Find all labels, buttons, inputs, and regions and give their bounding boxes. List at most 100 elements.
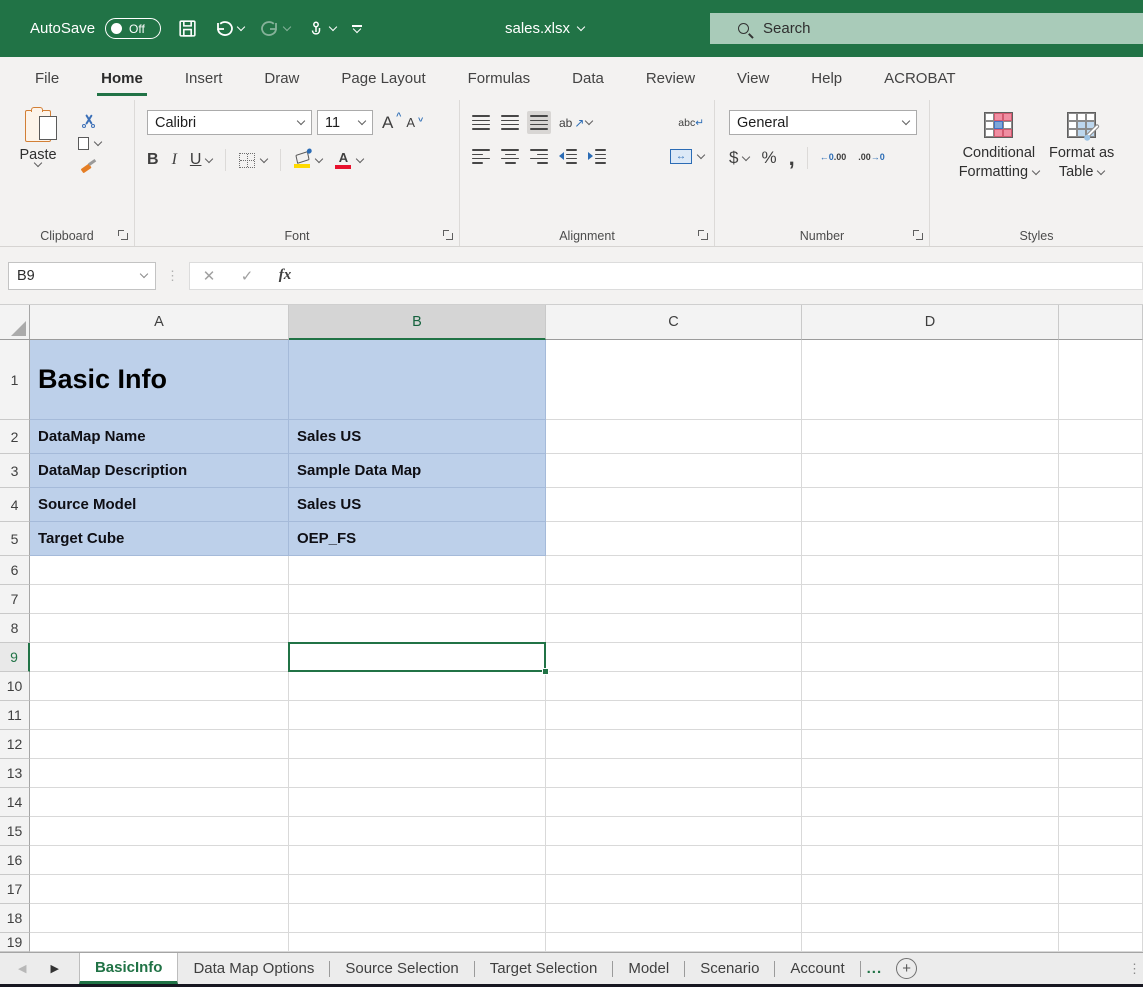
cell-D15[interactable] [802,817,1059,846]
cell-A16[interactable] [30,846,289,875]
fill-color-button[interactable] [294,153,322,168]
cell-A4[interactable]: Source Model [30,488,289,522]
borders-dropdown-icon[interactable] [260,154,268,162]
cell-E19[interactable] [1059,933,1143,952]
cell-E11[interactable] [1059,701,1143,730]
more-sheets-indicator[interactable]: ... [861,953,889,984]
row-header-18[interactable]: 18 [0,904,30,933]
column-header-B[interactable]: B [289,305,546,340]
format-as-table-button[interactable]: Format as Table [1049,112,1114,246]
autosave-toggle[interactable]: Off [105,18,161,39]
fill-handle[interactable] [542,668,549,675]
top-align-button[interactable] [472,115,490,130]
sheet-tab-basicinfo[interactable]: BasicInfo [79,953,179,984]
font-size-select[interactable]: 11 [317,110,373,135]
column-header-D[interactable]: D [802,305,1059,340]
clipboard-dialog-launcher-icon[interactable] [118,230,128,240]
row-header-4[interactable]: 4 [0,488,30,522]
cell-B17[interactable] [289,875,546,904]
cell-C9[interactable] [546,643,802,672]
cell-B3[interactable]: Sample Data Map [289,454,546,488]
cell-A2[interactable]: DataMap Name [30,420,289,454]
cell-A1[interactable]: Basic Info [30,340,289,420]
row-header-13[interactable]: 13 [0,759,30,788]
row-header-11[interactable]: 11 [0,701,30,730]
cell-D8[interactable] [802,614,1059,643]
align-left-button[interactable] [472,149,490,164]
cell-E16[interactable] [1059,846,1143,875]
cell-A15[interactable] [30,817,289,846]
font-dialog-launcher-icon[interactable] [443,230,453,240]
ribbon-tab-home[interactable]: Home [89,57,155,100]
row-header-5[interactable]: 5 [0,522,30,556]
cell-C10[interactable] [546,672,802,701]
cell-E9[interactable] [1059,643,1143,672]
column-header-A[interactable]: A [30,305,289,340]
scroll-sheets-right-icon[interactable]: ▶ [50,962,58,975]
cell-E3[interactable] [1059,454,1143,488]
number-format-select[interactable]: General [729,110,917,135]
cell-E10[interactable] [1059,672,1143,701]
accounting-dropdown-icon[interactable] [742,152,750,160]
borders-button[interactable] [239,153,267,168]
row-header-16[interactable]: 16 [0,846,30,875]
ribbon-tab-acrobat[interactable]: ACROBAT [872,57,967,100]
cell-D10[interactable] [802,672,1059,701]
cell-C15[interactable] [546,817,802,846]
ribbon-tab-view[interactable]: View [725,57,781,100]
align-center-button[interactable] [501,149,519,164]
cell-C11[interactable] [546,701,802,730]
cell-D4[interactable] [802,488,1059,522]
cell-B15[interactable] [289,817,546,846]
cell-D17[interactable] [802,875,1059,904]
cell-A8[interactable] [30,614,289,643]
search-bar[interactable] [710,13,1143,44]
cell-D11[interactable] [802,701,1059,730]
fill-color-dropdown-icon[interactable] [315,154,323,162]
cell-D18[interactable] [802,904,1059,933]
decrease-font-size-button[interactable]: A^ [402,115,419,130]
cell-C3[interactable] [546,454,802,488]
touch-mode-button[interactable] [306,19,336,39]
cell-C1[interactable] [546,340,802,420]
decrease-decimal-button[interactable]: .00 →0 [858,153,885,163]
ribbon-tab-data[interactable]: Data [560,57,616,100]
bold-button[interactable]: B [147,151,159,169]
cell-C12[interactable] [546,730,802,759]
copy-dropdown-icon[interactable] [94,138,102,146]
cell-C17[interactable] [546,875,802,904]
cell-D19[interactable] [802,933,1059,952]
save-icon[interactable] [177,18,198,39]
cell-B1[interactable] [289,340,546,420]
wrap-text-button[interactable]: ab c↵ [678,118,704,128]
cell-E4[interactable] [1059,488,1143,522]
sheet-tab-account[interactable]: Account [775,953,859,984]
title-dropdown-icon[interactable] [577,23,585,31]
comma-style-button[interactable]: , [789,153,795,163]
row-header-2[interactable]: 2 [0,420,30,454]
cell-D7[interactable] [802,585,1059,614]
sheet-tab-scenario[interactable]: Scenario [685,953,774,984]
cell-D13[interactable] [802,759,1059,788]
cell-C6[interactable] [546,556,802,585]
cell-B4[interactable]: Sales US [289,488,546,522]
row-header-9[interactable]: 9 [0,643,30,672]
formula-bar-handle[interactable]: ⋮ [166,268,179,284]
cell-A3[interactable]: DataMap Description [30,454,289,488]
cell-A13[interactable] [30,759,289,788]
ribbon-tab-page-layout[interactable]: Page Layout [329,57,437,100]
merge-center-dropdown-icon[interactable] [697,151,705,159]
underline-button[interactable]: U [190,151,213,169]
undo-dropdown-icon[interactable] [237,23,245,31]
orientation-dropdown-icon[interactable] [585,117,593,125]
cell-B16[interactable] [289,846,546,875]
cell-E12[interactable] [1059,730,1143,759]
align-right-button[interactable] [530,149,548,164]
row-header-3[interactable]: 3 [0,454,30,488]
cell-E18[interactable] [1059,904,1143,933]
cell-A11[interactable] [30,701,289,730]
cell-E13[interactable] [1059,759,1143,788]
cell-E15[interactable] [1059,817,1143,846]
customize-toolbar-icon[interactable] [352,25,362,32]
search-input[interactable] [763,20,963,37]
